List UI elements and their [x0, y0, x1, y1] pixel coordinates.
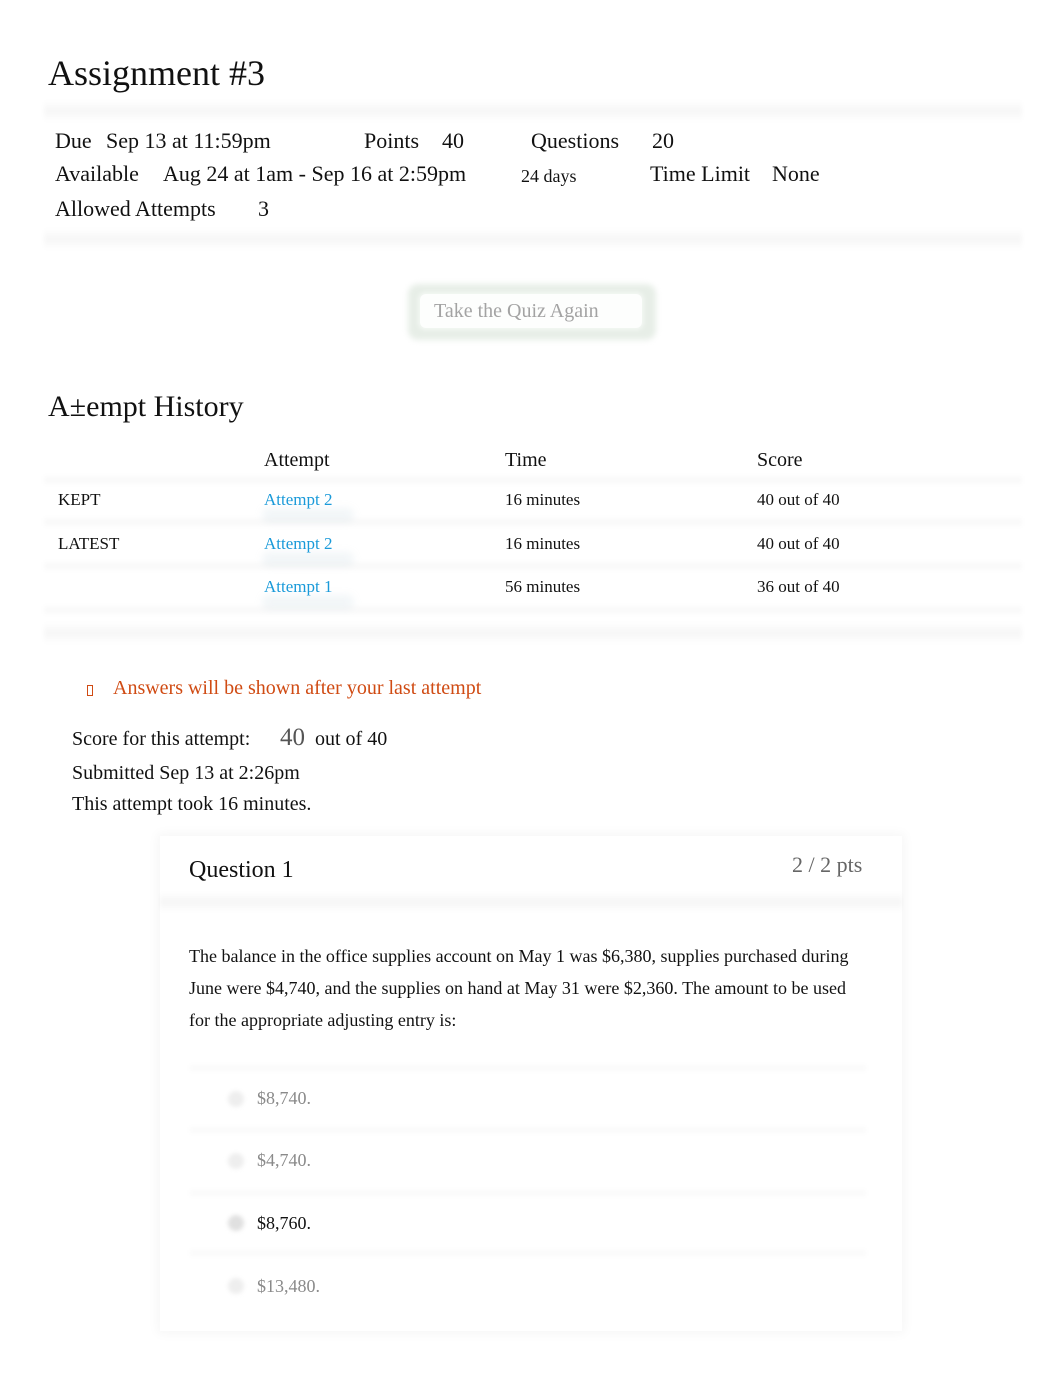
attempt-time: 56 minutes	[505, 577, 581, 596]
attempt-time: 16 minutes	[505, 490, 581, 509]
page-title: Assignment #3	[48, 53, 266, 93]
attempt-score: 40 out of 40	[757, 490, 840, 509]
due-value: Sep 13 at 11:59pm	[106, 128, 271, 153]
attempt-duration: This attempt took 16 minutes.	[72, 793, 312, 815]
score-value: 40	[280, 724, 305, 751]
warning-icon	[87, 685, 93, 696]
column-header-time: Time	[505, 449, 547, 471]
answer-divider	[190, 1127, 866, 1133]
attempt-time: 16 minutes	[505, 534, 581, 553]
radio-button-selected[interactable]	[228, 1215, 244, 1231]
radio-button[interactable]	[228, 1153, 244, 1169]
questions-label: Questions	[531, 128, 619, 153]
allowed-attempts-value: 3	[258, 196, 269, 221]
submitted-time: Submitted Sep 13 at 2:26pm	[72, 762, 300, 784]
answer-divider	[190, 1190, 866, 1196]
available-value: Aug 24 at 1am - Sep 16 at 2:59pm	[163, 161, 467, 186]
divider	[44, 622, 1022, 644]
row-divider	[44, 476, 1022, 484]
attempt-tag: LATEST	[58, 534, 120, 553]
answer-label: $8,740.	[257, 1088, 311, 1108]
time-limit-value: None	[772, 161, 820, 186]
take-quiz-again-button[interactable]: Take the Quiz Again	[420, 294, 642, 328]
answer-label: $4,740.	[257, 1150, 311, 1170]
due-label: Due	[55, 128, 92, 153]
attempt-link[interactable]: Attempt 2	[264, 534, 332, 554]
points-value: 40	[442, 128, 464, 153]
answer-label: $8,760.	[257, 1213, 311, 1233]
question-title: Question 1	[189, 857, 294, 883]
question-points: 2 / 2 pts	[792, 852, 863, 877]
question-text: The balance in the office supplies accou…	[189, 946, 849, 1030]
attempt-tag: KEPT	[58, 490, 101, 509]
score-suffix: out of 40	[315, 728, 388, 750]
answer-label: $13,480.	[257, 1276, 320, 1296]
row-divider	[44, 562, 1022, 570]
attempt-score: 40 out of 40	[757, 534, 840, 553]
radio-button[interactable]	[228, 1278, 244, 1294]
points-label: Points	[364, 128, 420, 153]
row-divider	[44, 518, 1022, 526]
attempt-link[interactable]: Attempt 2	[264, 490, 332, 510]
score-label: Score for this attempt:	[72, 728, 251, 750]
available-label: Available	[55, 161, 139, 186]
attempt-history-heading: A±empt History	[48, 390, 244, 423]
allowed-attempts-label: Allowed Attempts	[55, 196, 216, 221]
questions-value: 20	[652, 128, 674, 153]
answer-divider	[190, 1250, 866, 1256]
divider	[44, 100, 1022, 122]
answers-notice: Answers will be shown after your last at…	[113, 677, 482, 699]
divider	[44, 228, 1022, 250]
time-limit-label: Time Limit	[650, 161, 751, 186]
column-header-score: Score	[757, 449, 803, 471]
question-header-divider	[160, 892, 902, 912]
available-duration: 24 days	[521, 166, 577, 186]
radio-button[interactable]	[228, 1091, 244, 1107]
column-header-attempt: Attempt	[264, 449, 330, 471]
answer-divider	[190, 1065, 866, 1071]
row-divider	[44, 606, 1022, 614]
attempt-link[interactable]: Attempt 1	[264, 577, 332, 597]
attempt-score: 36 out of 40	[757, 577, 840, 596]
